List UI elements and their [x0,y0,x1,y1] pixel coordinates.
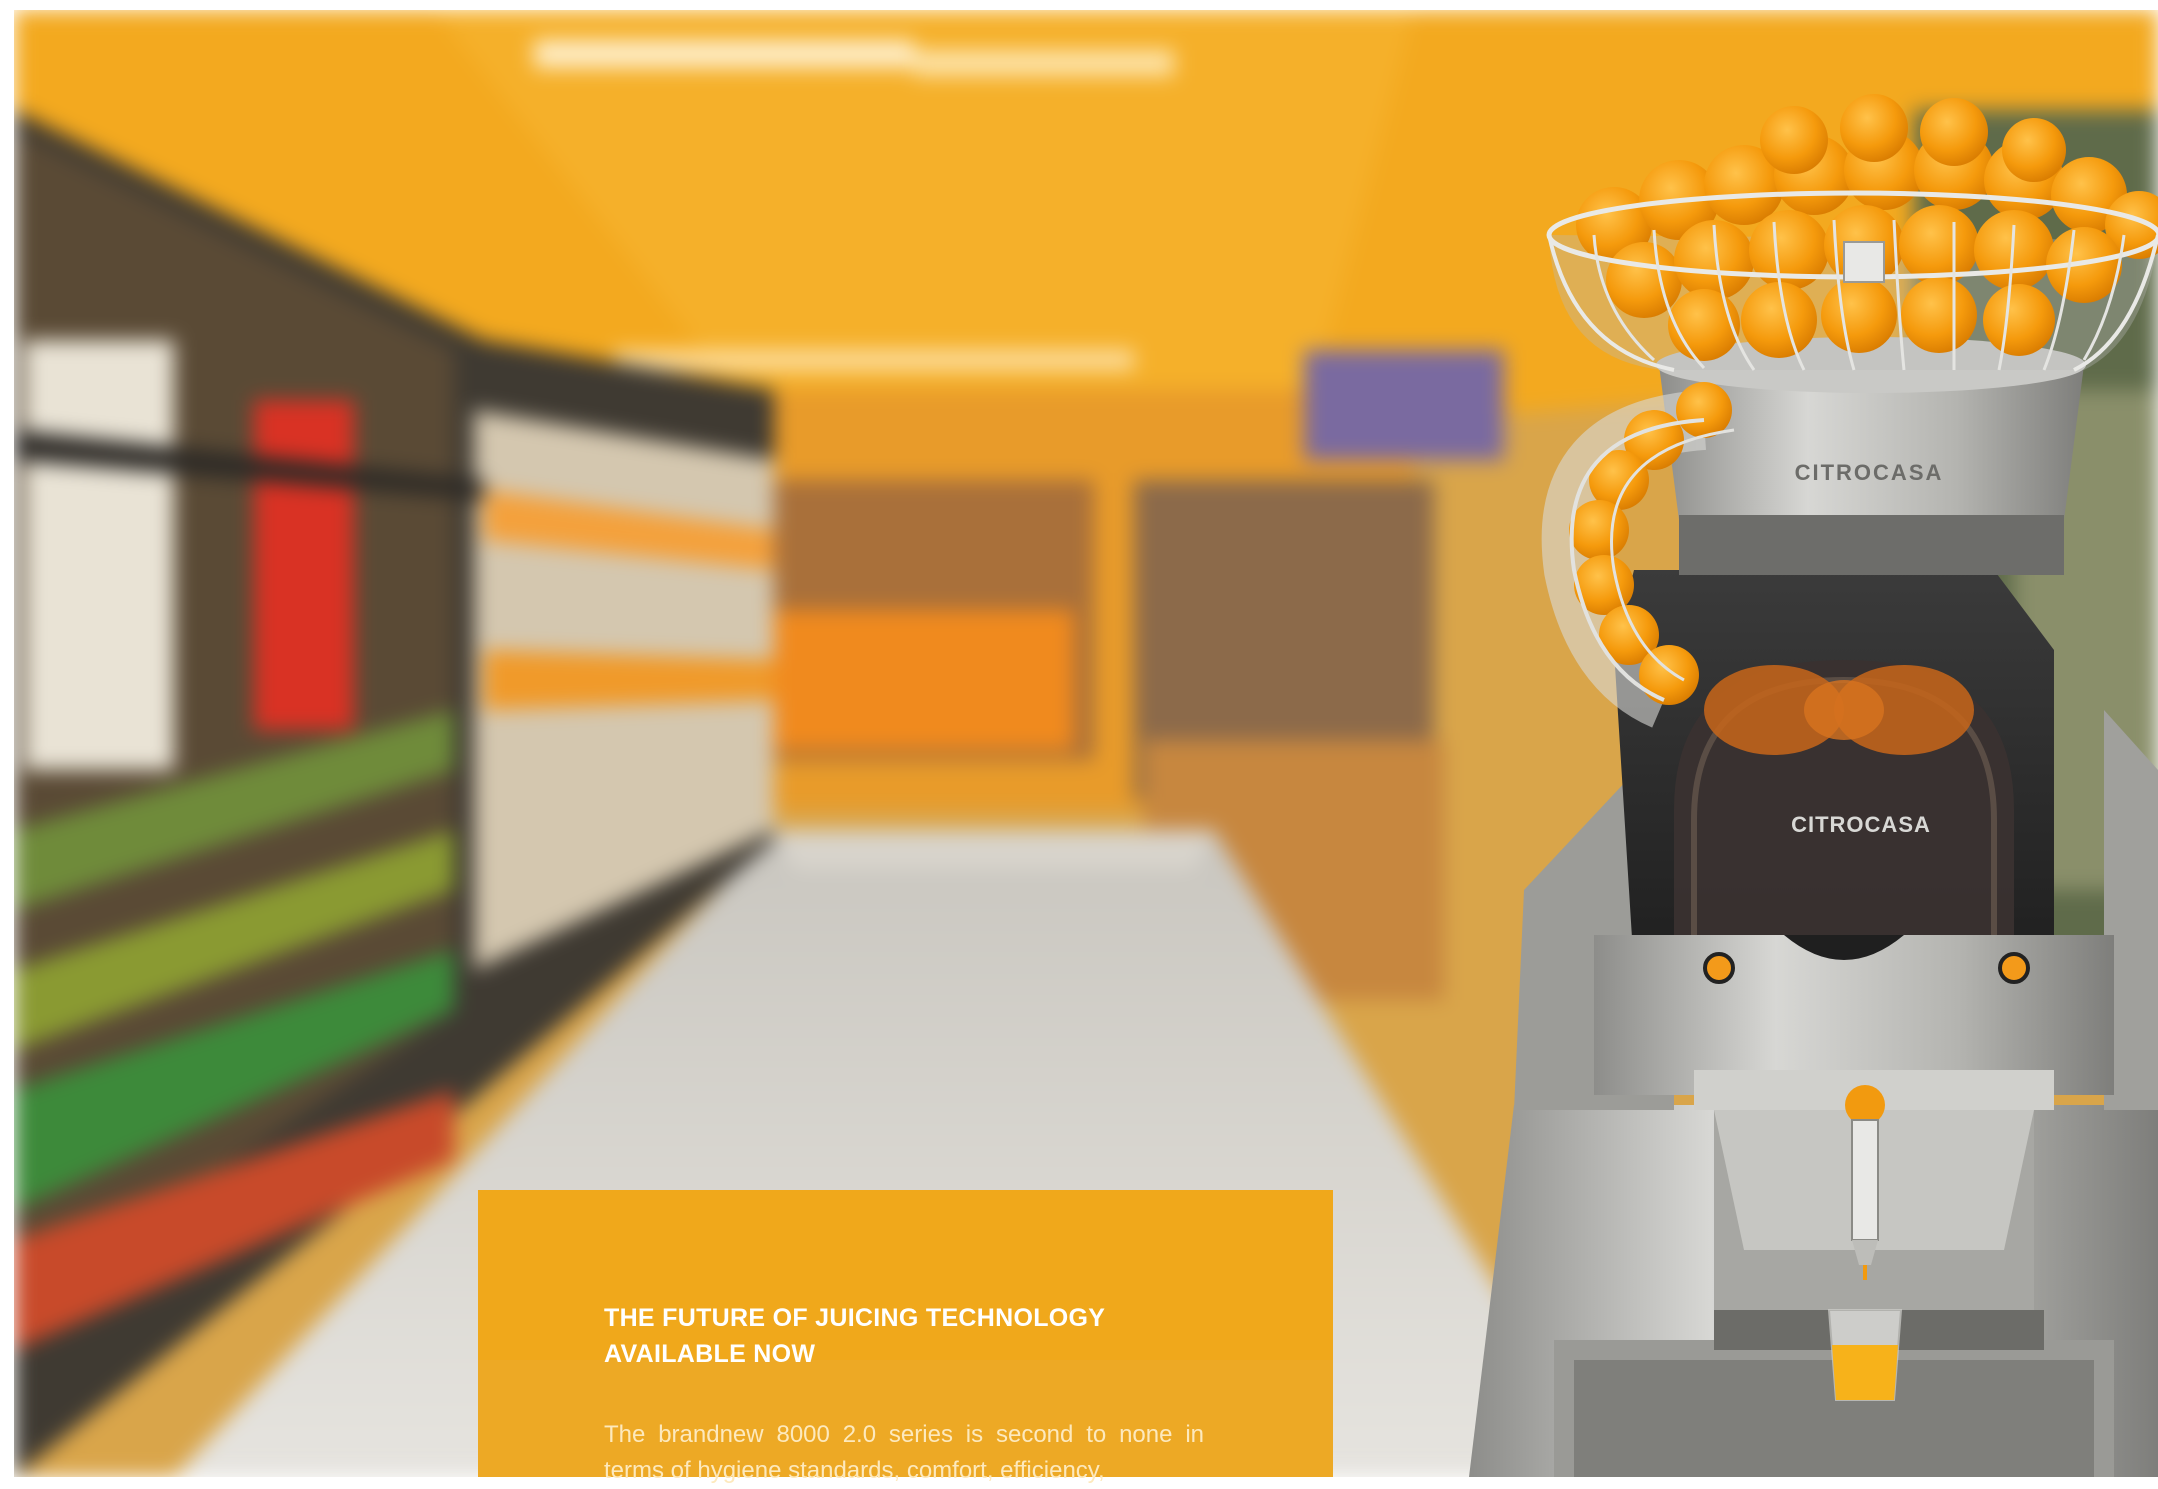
juice-glass [1827,1309,1903,1401]
hero-text-card: THE FUTURE OF JUICING TECHNOLOGY AVAILAB… [478,1190,1333,1484]
hero-title: THE FUTURE OF JUICING TECHNOLOGY AVAILAB… [604,1304,1105,1368]
collar-brand-label: CITROCASA [1795,460,1944,485]
front-brand-label: CITROCASA [1791,812,1931,837]
hero-body: The brandnew 8000 2.0 series is second t… [604,1421,1204,1484]
